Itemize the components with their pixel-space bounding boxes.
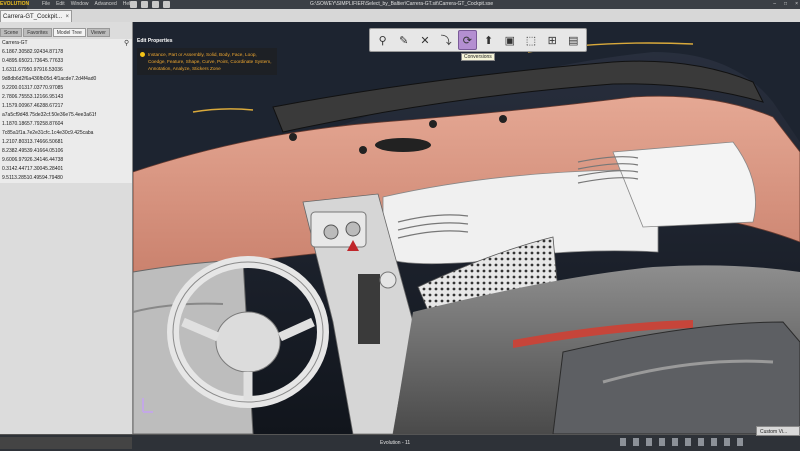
tree-row[interactable]: 9.2200.01317.03770.97085: [0, 84, 132, 93]
model-tree: Carrera-GT 6.1867.30582.92434.87178 0.48…: [0, 39, 132, 183]
tools-icon[interactable]: ✕: [415, 30, 434, 50]
view-icon[interactable]: [659, 438, 665, 446]
view-icon[interactable]: [646, 438, 652, 446]
view-icon[interactable]: [633, 438, 639, 446]
tree-row[interactable]: 2.7806.75553.12166.95143: [0, 93, 132, 102]
edit-tool-icon[interactable]: ✎: [394, 30, 413, 50]
maximize-icon[interactable]: □: [784, 0, 787, 9]
menu-bar: File Edit Window Advanced Help: [42, 0, 133, 9]
tree-row[interactable]: 9.5113.28510.49594.79480: [0, 174, 132, 183]
edit-properties-title: Edit Properties: [137, 38, 173, 44]
edit-properties-text: Instance, Part or Assembly, Solid, Body,…: [148, 52, 272, 71]
status-text: Evolution - 11: [380, 440, 411, 446]
tree-row[interactable]: 6.1867.30582.92434.87178: [0, 48, 132, 57]
status-left-area: [0, 437, 132, 449]
frame-icon[interactable]: ▣: [500, 30, 519, 50]
minimize-icon[interactable]: –: [773, 0, 776, 9]
close-icon[interactable]: ×: [795, 0, 798, 9]
undo-icon[interactable]: [163, 1, 170, 8]
view-icon[interactable]: [711, 438, 717, 446]
upload-icon[interactable]: ⬆: [479, 30, 498, 50]
edit-properties-overlay: Edit Properties Instance, Part or Assemb…: [137, 38, 287, 75]
menu-advanced[interactable]: Advanced: [94, 0, 116, 9]
move-tool-icon[interactable]: ⤵: [437, 30, 456, 50]
status-icons: [620, 438, 743, 446]
view-icon[interactable]: [724, 438, 730, 446]
conversions-icon[interactable]: ⟳: [457, 30, 478, 50]
view-icon[interactable]: [672, 438, 678, 446]
file-tab-label: Carrera-GT_Cockpit...: [3, 14, 63, 20]
tree-row[interactable]: 1.1870.18657.79258.87604: [0, 120, 132, 129]
print-icon[interactable]: [152, 1, 159, 8]
panel-tabs: Scene Favorites Model Tree Viewer: [0, 28, 111, 37]
tree-row[interactable]: 8.2382.49539.41664.05106: [0, 147, 132, 156]
quick-access: [130, 1, 170, 8]
info-icon: [140, 52, 145, 57]
app-logo: EVOLUTION: [0, 0, 30, 9]
export-icon[interactable]: ▤: [564, 30, 583, 50]
tree-row[interactable]: 9.6006.97926.34146.44738: [0, 156, 132, 165]
tree-row[interactable]: Carrera-GT: [0, 39, 132, 48]
tab-model-tree[interactable]: Model Tree: [52, 28, 86, 37]
title-bar: EVOLUTION File Edit Window Advanced Help…: [0, 0, 800, 9]
view-icon[interactable]: [685, 438, 691, 446]
tree-row[interactable]: 7c85a1f1a.7e2e31cfc.1c4e30c9.425caba: [0, 129, 132, 138]
view-icon[interactable]: [620, 438, 626, 446]
menu-edit[interactable]: Edit: [56, 0, 65, 9]
custom-view-button[interactable]: Custom Vi...: [756, 426, 800, 436]
left-panel: Scene Favorites Model Tree Viewer Carrer…: [0, 22, 133, 434]
tree-row[interactable]: 1.2107.80313.74666.50681: [0, 138, 132, 147]
tree-row[interactable]: a7a5cf9d48.75de32cf.50e36e75.4ee3a61f: [0, 111, 132, 120]
tab-scene[interactable]: Scene: [0, 28, 23, 37]
3d-viewport[interactable]: [133, 22, 800, 434]
tree-icon[interactable]: ⊞: [543, 30, 562, 50]
edit-properties-body: Instance, Part or Assembly, Solid, Body,…: [137, 48, 277, 75]
tree-row[interactable]: 0.3142.44717.30045.28401: [0, 165, 132, 174]
tab-viewer[interactable]: Viewer: [86, 28, 110, 37]
search-icon[interactable]: ⚲: [124, 39, 129, 47]
menu-window[interactable]: Window: [71, 0, 89, 9]
status-bar: Evolution - 11: [0, 434, 800, 451]
tree-row[interactable]: 1.1579.00967.46288.67217: [0, 102, 132, 111]
toolbar-tooltip: Conversions: [461, 53, 495, 61]
file-tab[interactable]: Carrera-GT_Cockpit... ×: [0, 10, 72, 22]
window-controls: – □ ×: [773, 0, 798, 9]
save-icon[interactable]: [141, 1, 148, 8]
file-tab-strip: Carrera-GT_Cockpit... ×: [0, 9, 800, 23]
floating-toolbar: ⚲ ✎ ✕ ⤵ ⟳ ⬆ ▣ ⬚ ⊞ ▤: [369, 28, 587, 52]
tree-row[interactable]: 0.4895.65021.73645.77633: [0, 57, 132, 66]
tree-row[interactable]: 1.6311.67950.97916.53036: [0, 66, 132, 75]
window-title: G:\SOWEY\SIMPLIFIER\Select_by_Baltier\Ca…: [310, 1, 494, 7]
tab-favorites[interactable]: Favorites: [23, 28, 52, 37]
cockpit-model: [133, 22, 800, 434]
select-bounds-icon[interactable]: ⬚: [521, 30, 540, 50]
open-icon[interactable]: [130, 1, 137, 8]
view-icon[interactable]: [737, 438, 743, 446]
menu-file[interactable]: File: [42, 0, 50, 9]
tree-row[interactable]: 9d8db6d2f6a436fb05d.4f1acde7.2d4f4ad0: [0, 75, 132, 84]
view-icon[interactable]: [698, 438, 704, 446]
search-tool-icon[interactable]: ⚲: [373, 30, 392, 50]
